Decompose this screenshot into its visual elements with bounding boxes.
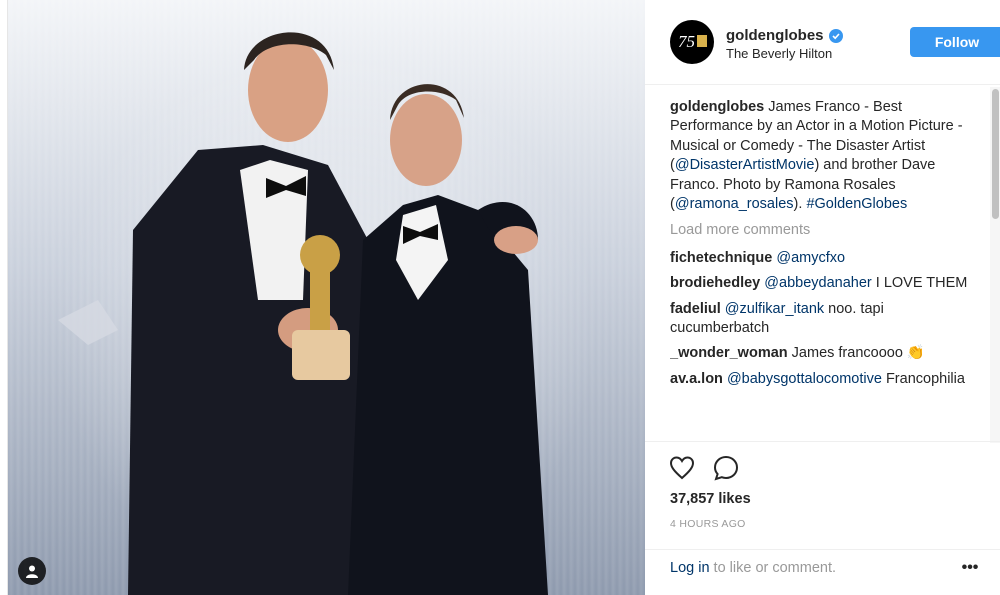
user-tag-icon: [26, 565, 38, 578]
comment-text: Francophilia: [885, 370, 965, 387]
more-options-icon[interactable]: •••: [958, 559, 982, 579]
comment-item: brodiehedley @abbeydanaher I LOVE THEM: [670, 274, 982, 293]
login-prompt: Log in to like or comment.: [670, 560, 836, 576]
comment-button[interactable]: [712, 454, 740, 482]
account-avatar[interactable]: 75: [670, 20, 714, 64]
comments-list: goldenglobes James Franco - Best Perform…: [670, 98, 982, 441]
post-header: 75 goldenglobes The Beverly Hilton Follo…: [645, 0, 1000, 85]
post-sidebar: 75 goldenglobes The Beverly Hilton Follo…: [645, 0, 1000, 595]
photo-subjects: [58, 32, 548, 595]
comment-item: fadeliul @zulfikar_itank noo. tapi cucum…: [670, 300, 982, 339]
post-timestamp[interactable]: 4 HOURS AGO: [670, 518, 746, 530]
comment-item: fichetechnique @amycfxo: [670, 249, 982, 268]
comment-user[interactable]: _wonder_woman: [670, 345, 788, 361]
post-photo[interactable]: [8, 0, 645, 595]
post-caption: goldenglobes James Franco - Best Perform…: [670, 98, 982, 214]
comment-mention[interactable]: @zulfikar_itank: [725, 301, 824, 317]
caption-user[interactable]: goldenglobes: [670, 99, 764, 115]
account-name[interactable]: goldenglobes: [726, 27, 824, 44]
comment-icon: [713, 455, 739, 481]
account-name-row: goldenglobes: [726, 27, 843, 44]
scrollbar-thumb[interactable]: [992, 89, 999, 219]
likes-count[interactable]: 37,857 likes: [670, 491, 751, 507]
comments-scrollbar[interactable]: [990, 87, 1000, 443]
load-more-comments[interactable]: Load more comments: [670, 221, 982, 240]
svg-text:75: 75: [678, 32, 695, 51]
like-button[interactable]: [668, 454, 696, 482]
comment-text: I LOVE THEM: [875, 275, 968, 292]
heart-icon: [669, 456, 695, 480]
post-location[interactable]: The Beverly Hilton: [726, 46, 832, 61]
login-link[interactable]: Log in: [670, 560, 710, 576]
caption-mention-2[interactable]: @ramona_rosales: [675, 196, 794, 212]
comment-text: James francoooo 👏: [791, 345, 925, 362]
login-prompt-rest: to like or comment.: [709, 560, 837, 576]
post-actions: 37,857 likes 4 HOURS AGO: [645, 441, 1000, 551]
post-footer: Log in to like or comment. •••: [645, 549, 1000, 595]
comment-user[interactable]: av.a.lon: [670, 371, 723, 387]
caption-text-3: ).: [793, 196, 807, 213]
comment-mention[interactable]: @amycfxo: [776, 250, 845, 266]
comment-user[interactable]: brodiehedley: [670, 275, 760, 291]
left-gutter: [0, 0, 8, 595]
golden-globes-75-logo: 75: [678, 32, 707, 51]
comment-mention[interactable]: @abbeydanaher: [764, 275, 871, 291]
caption-mention-1[interactable]: @DisasterArtistMovie: [675, 157, 815, 173]
follow-button[interactable]: Follow: [910, 27, 1000, 57]
caption-hashtag[interactable]: #GoldenGlobes: [806, 196, 907, 212]
comment-item: av.a.lon @babysgottalocomotive Francophi…: [670, 370, 982, 389]
verified-badge-icon: [828, 28, 843, 43]
comment-mention[interactable]: @babysgottalocomotive: [727, 371, 882, 387]
comment-user[interactable]: fadeliul: [670, 301, 721, 317]
comment-item: _wonder_woman James francoooo 👏: [670, 344, 982, 363]
comment-user[interactable]: fichetechnique: [670, 250, 772, 266]
user-tag-button[interactable]: [18, 557, 46, 585]
